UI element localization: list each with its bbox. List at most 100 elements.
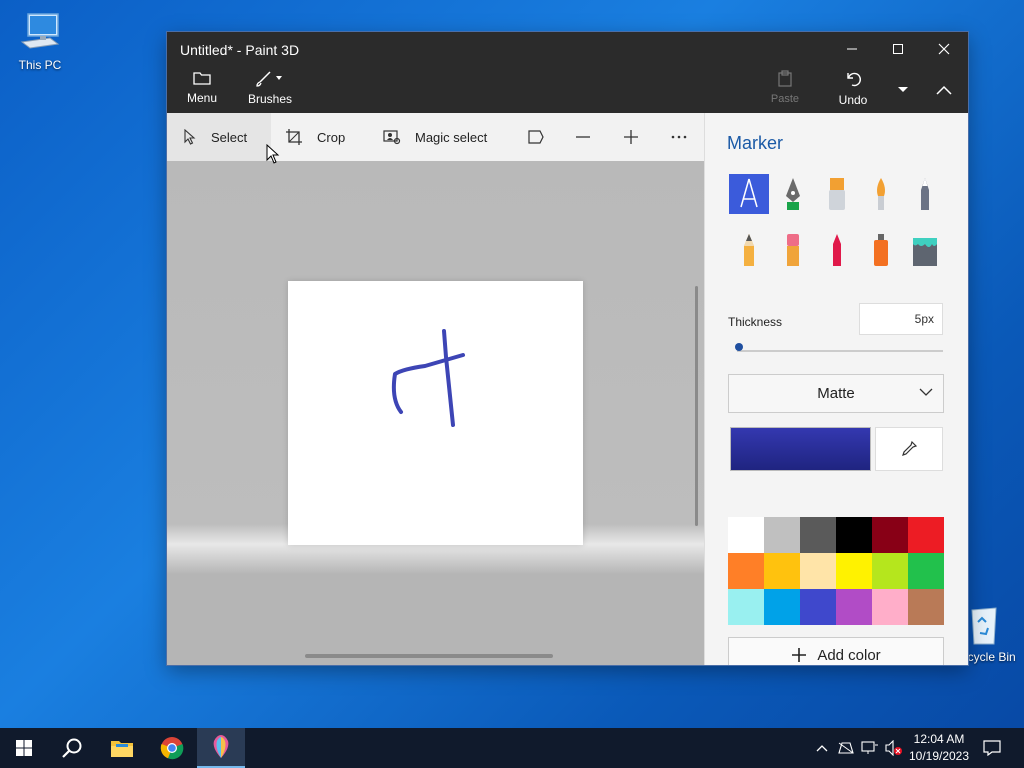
finish-value: Matte xyxy=(817,385,855,402)
network-icon xyxy=(838,742,854,754)
crop-icon xyxy=(286,129,302,145)
drawing-canvas[interactable] xyxy=(288,281,583,545)
minus-icon xyxy=(576,136,590,138)
magic-select-icon xyxy=(383,130,401,145)
undo-button[interactable]: Undo xyxy=(833,66,873,113)
close-button[interactable] xyxy=(921,32,967,66)
file-explorer-button[interactable] xyxy=(98,728,146,768)
color-swatch[interactable] xyxy=(764,553,800,589)
color-swatch[interactable] xyxy=(872,517,908,553)
paint3d-taskbar-button[interactable] xyxy=(197,728,245,768)
spray-can-icon xyxy=(874,234,888,266)
eraser-button[interactable] xyxy=(773,230,813,270)
pixel-pen-icon xyxy=(921,178,929,210)
notifications-button[interactable] xyxy=(980,728,1004,768)
color-swatch[interactable] xyxy=(728,553,764,589)
finish-dropdown[interactable]: Matte xyxy=(728,374,944,413)
color-swatch[interactable] xyxy=(836,553,872,589)
oil-brush-button[interactable] xyxy=(817,174,857,214)
folder-icon xyxy=(193,72,211,85)
history-dropdown-button[interactable] xyxy=(891,66,915,113)
color-swatch[interactable] xyxy=(908,589,944,625)
color-swatch[interactable] xyxy=(764,589,800,625)
vertical-scrollbar[interactable] xyxy=(695,286,698,526)
fill-bucket-button[interactable] xyxy=(905,230,945,270)
color-swatch[interactable] xyxy=(908,553,944,589)
crayon-button[interactable] xyxy=(817,230,857,270)
maximize-button[interactable] xyxy=(875,32,921,66)
eyedropper-button[interactable] xyxy=(875,427,943,471)
ribbon: Menu Brushes Paste Undo xyxy=(167,66,968,113)
menu-button[interactable]: Menu xyxy=(179,66,225,113)
color-swatch[interactable] xyxy=(800,589,836,625)
color-swatch[interactable] xyxy=(872,553,908,589)
magic-select-label: Magic select xyxy=(415,129,488,145)
color-swatch[interactable] xyxy=(728,589,764,625)
chrome-button[interactable] xyxy=(148,728,196,768)
color-swatch[interactable] xyxy=(728,517,764,553)
panel-title: Marker xyxy=(727,133,784,153)
paint3d-icon xyxy=(213,735,229,758)
watercolor-button[interactable] xyxy=(861,174,901,214)
eyedropper-icon xyxy=(902,440,918,456)
plus-icon xyxy=(624,130,638,144)
crayon-icon xyxy=(833,234,841,266)
monitor-tray-button[interactable] xyxy=(858,728,882,768)
more-options-button[interactable] xyxy=(664,113,694,161)
add-color-button[interactable]: Add color xyxy=(728,637,944,665)
chrome-icon xyxy=(160,737,184,760)
color-swatch[interactable] xyxy=(836,517,872,553)
clock-date: 10/19/2023 xyxy=(908,749,970,763)
minimize-icon xyxy=(847,48,857,50)
select-tool-button[interactable]: Select xyxy=(167,113,271,161)
spray-can-button[interactable] xyxy=(861,230,901,270)
paste-button[interactable]: Paste xyxy=(765,66,805,113)
color-swatch[interactable] xyxy=(764,517,800,553)
thickness-input[interactable] xyxy=(859,303,943,335)
show-hidden-icons-button[interactable] xyxy=(810,728,834,768)
view-3d-icon xyxy=(528,130,544,144)
pencil-button[interactable] xyxy=(729,230,769,270)
brushes-button[interactable]: Brushes xyxy=(245,66,295,113)
this-pc-desktop-icon[interactable]: This PC xyxy=(0,8,80,72)
horizontal-scrollbar[interactable] xyxy=(305,654,553,658)
brush-icon xyxy=(256,71,282,87)
minimize-button[interactable] xyxy=(829,32,875,66)
volume-tray-button[interactable] xyxy=(882,728,906,768)
current-color-swatch[interactable] xyxy=(730,427,871,471)
color-swatch[interactable] xyxy=(872,589,908,625)
chevron-up-icon xyxy=(936,85,952,95)
start-button[interactable] xyxy=(0,728,48,768)
pixel-pen-button[interactable] xyxy=(905,174,945,214)
color-swatch[interactable] xyxy=(800,517,836,553)
monitor-icon xyxy=(861,741,878,754)
crop-label: Crop xyxy=(317,129,346,145)
calligraphy-pen-button[interactable] xyxy=(773,174,813,214)
chevron-down-icon xyxy=(276,76,282,80)
network-tray-button[interactable] xyxy=(834,728,858,768)
brushes-label: Brushes xyxy=(247,92,293,106)
color-swatch[interactable] xyxy=(908,517,944,553)
magic-select-tool-button[interactable]: Magic select xyxy=(383,113,487,161)
clock[interactable]: 12:04 AM 10/19/2023 xyxy=(905,731,973,765)
this-pc-label: This PC xyxy=(18,58,62,72)
window-title: Untitled* - Paint 3D xyxy=(180,42,300,58)
marker-brush-button[interactable] xyxy=(729,174,769,214)
color-swatch[interactable] xyxy=(836,589,872,625)
crop-tool-button[interactable]: Crop xyxy=(285,113,345,161)
collapse-ribbon-button[interactable] xyxy=(927,66,961,113)
calligraphy-pen-icon xyxy=(786,178,800,210)
zoom-out-button[interactable] xyxy=(568,113,598,161)
undo-label: Undo xyxy=(838,93,868,107)
cursor-icon xyxy=(184,129,196,145)
zoom-in-button[interactable] xyxy=(616,113,646,161)
search-button[interactable] xyxy=(48,728,96,768)
marker-icon xyxy=(740,178,758,208)
windows-logo-icon xyxy=(16,740,32,756)
workspace[interactable] xyxy=(167,161,704,665)
thickness-slider-thumb[interactable] xyxy=(735,343,743,351)
thickness-slider-track[interactable] xyxy=(737,350,943,352)
view-3d-button[interactable] xyxy=(521,113,551,161)
title-bar[interactable]: Untitled* - Paint 3D xyxy=(167,32,968,66)
color-swatch[interactable] xyxy=(800,553,836,589)
